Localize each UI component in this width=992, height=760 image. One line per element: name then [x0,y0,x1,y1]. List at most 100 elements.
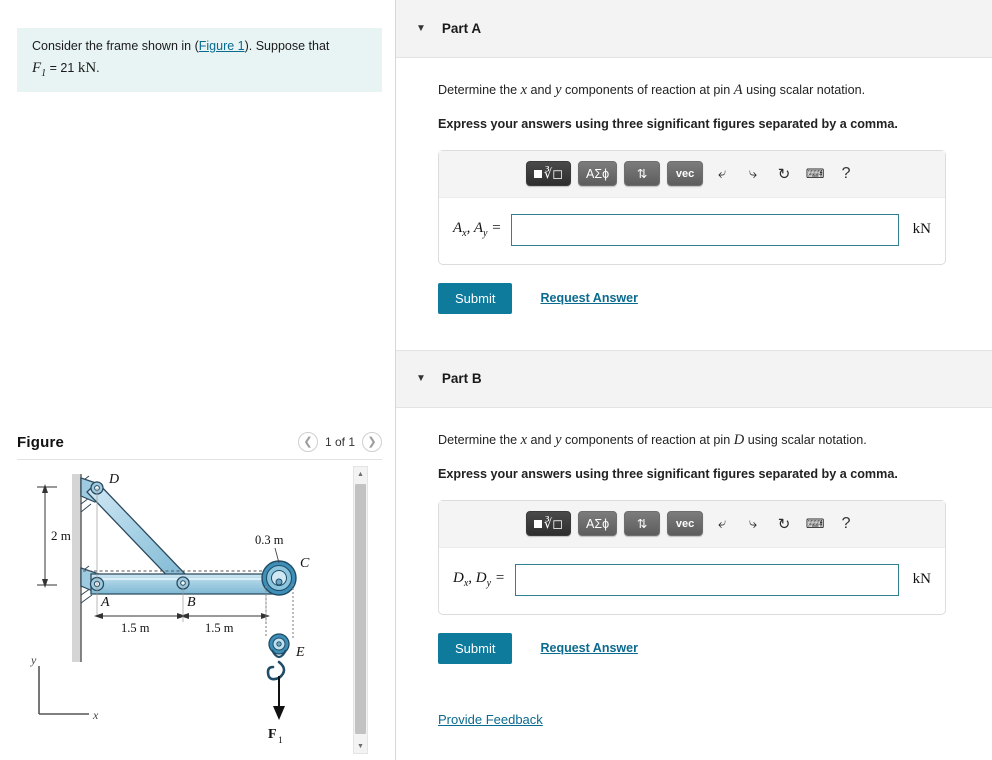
scrollbar-thumb[interactable] [355,484,366,734]
greek-symbols-button[interactable]: ΑΣϕ [578,511,618,537]
part-a-instruction: Express your answers using three signifi… [438,117,898,132]
pulley-c-axle [275,578,283,586]
question-mark-icon[interactable]: ? [834,512,858,536]
redo-arrow-icon[interactable]: ⤷ [741,512,765,536]
scroll-down-button[interactable]: ▼ [354,739,367,753]
part-a-actions: Submit Request Answer [438,282,968,314]
figure-label-C: C [300,556,310,571]
sort-updown-button[interactable]: ⇅ [624,161,661,187]
vector-button[interactable]: vec [667,161,704,187]
dim-right-arrow-start [180,613,189,619]
part-a-submit-button[interactable]: Submit [438,282,513,314]
qa-tail: using scalar notation. [742,83,866,97]
triangle-up-icon: ▲ [357,470,364,478]
figure-label-dim-right: 1.5 m [205,621,234,635]
part-b-instruction: Express your answers using three signifi… [438,467,898,482]
problem-text-after: ). Suppose that [244,39,330,53]
provide-feedback-link[interactable]: Provide Feedback [438,712,543,727]
redo-arrow-icon[interactable]: ⤷ [741,162,765,186]
part-a-answer-label: Ax, Ay = [453,220,502,240]
vector-button[interactable]: vec [667,511,704,537]
reset-circular-arrow-icon[interactable]: ↻ [772,162,796,186]
part-a-answer-card: ∛◻ ΑΣϕ ⇅ vec ⤶ ⤷ ↻ ⌨ ? Ax, Ay = kN [438,149,946,265]
member-db [86,481,188,587]
caret-down-icon[interactable]: ▼ [416,23,426,34]
greek-label: ΑΣϕ [586,516,610,531]
figure-label-force: F [268,727,277,742]
part-b-answer-label: Dx, Dy = [453,570,505,590]
part-b-title: Part B [441,371,482,387]
pulley-e-axle [276,641,282,647]
wall-shading [72,474,81,662]
figure-label-dim-pulley: 0.3 m [255,533,284,547]
figure-label-E: E [295,645,305,660]
figure-pager: ❮ 1 of 1 ❯ [297,432,382,452]
frame-diagram: 2 m 1.5 m 1.5 m 0.3 m D A B C E F 1 y x [30,472,310,746]
figure-label-force-sub: 1 [278,736,283,746]
figure-pager-label: 1 of 1 [324,435,355,449]
undo-arrow-icon[interactable]: ⤶ [710,512,734,536]
figure-prev-button[interactable]: ❮ [297,432,318,452]
part-a-question: Determine the x and y components of reac… [438,80,968,100]
dim-left-arrow-start [94,613,103,619]
math-template-button[interactable]: ∛◻ [525,511,571,537]
figure-scrollbar[interactable]: ▲ ▼ [353,466,368,754]
part-a-toolbar: ∛◻ ΑΣϕ ⇅ vec ⤶ ⤷ ↻ ⌨ ? [439,150,945,198]
sort-updown-button[interactable]: ⇅ [624,511,661,537]
part-a-answer-input[interactable] [511,213,899,246]
problem-text-before: Consider the frame shown in ( [32,39,199,53]
figure-title: Figure [17,433,65,451]
part-a-body: Determine the x and y components of reac… [396,58,992,314]
part-a-header[interactable]: ▼ Part A [396,0,992,58]
undo-arrow-icon[interactable]: ⤶ [710,162,734,186]
scroll-up-button[interactable]: ▲ [354,467,367,481]
math-template-button[interactable]: ∛◻ [525,161,571,187]
greek-label: ΑΣϕ [586,166,610,181]
caret-down-icon[interactable]: ▼ [416,373,426,384]
part-b-request-answer-link[interactable]: Request Answer [540,641,637,655]
part-b-answer-input[interactable] [514,563,899,596]
hook-curve [266,660,286,681]
qa-pin: A [733,82,743,98]
question-mark-icon[interactable]: ? [834,162,858,186]
given-symbol: F1 [32,60,47,80]
figure-next-button[interactable]: ❯ [362,432,382,452]
chevron-left-icon: ❮ [303,435,313,448]
part-b-answer-card: ∛◻ ΑΣϕ ⇅ vec ⤶ ⤷ ↻ ⌨ ? Dx, Dy = kN [438,499,946,615]
axis-label-y: y [30,653,37,667]
figure-label-B: B [187,595,196,610]
pin-hole-b [180,580,186,586]
filled-square-icon [533,519,542,528]
page-root: Consider the frame shown in (Figure 1). … [0,0,992,760]
filled-square-icon [533,169,542,178]
keyboard-icon[interactable]: ⌨ [803,162,827,186]
part-b-header[interactable]: ▼ Part B [396,349,992,408]
reset-circular-arrow-icon[interactable]: ↻ [772,512,796,536]
figure-label-D: D [108,472,119,487]
keyboard-icon[interactable]: ⌨ [803,512,827,536]
qa-mid: and [527,83,556,97]
part-b-toolbar: ∛◻ ΑΣϕ ⇅ vec ⤶ ⤷ ↻ ⌨ ? [439,500,945,548]
updown-arrows-icon: ⇅ [636,517,648,532]
figure-1-link[interactable]: Figure 1 [199,39,245,53]
problem-statement-line2: F1 = 21 kN. [32,58,369,82]
figure-label-2m: 2 m [51,528,71,543]
chevron-right-icon: ❯ [367,435,377,448]
part-a-answer-row: Ax, Ay = kN [439,198,945,264]
part-b-answer-unit: kN [912,571,931,588]
figure-label-A: A [100,595,110,610]
triangle-down-icon: ▼ [357,742,364,750]
axis-label-x: x [92,708,99,722]
qb-pin: D [733,431,745,448]
greek-symbols-button[interactable]: ΑΣϕ [578,161,618,187]
part-b-answer-row: Dx, Dy = kN [439,548,945,614]
part-a-answer-unit: kN [912,221,931,238]
qb-pre: Determine the [438,432,521,447]
qb-post: components of reaction at pin [561,432,734,447]
updown-arrows-icon: ⇅ [636,167,648,182]
part-a-request-answer-link[interactable]: Request Answer [540,291,637,305]
problem-statement-line1: Consider the frame shown in (Figure 1). … [32,37,369,55]
part-b-submit-button[interactable]: Submit [438,632,513,664]
right-panel: ▼ Part A Determine the x and y component… [396,0,992,760]
vec-label: vec [675,167,695,180]
